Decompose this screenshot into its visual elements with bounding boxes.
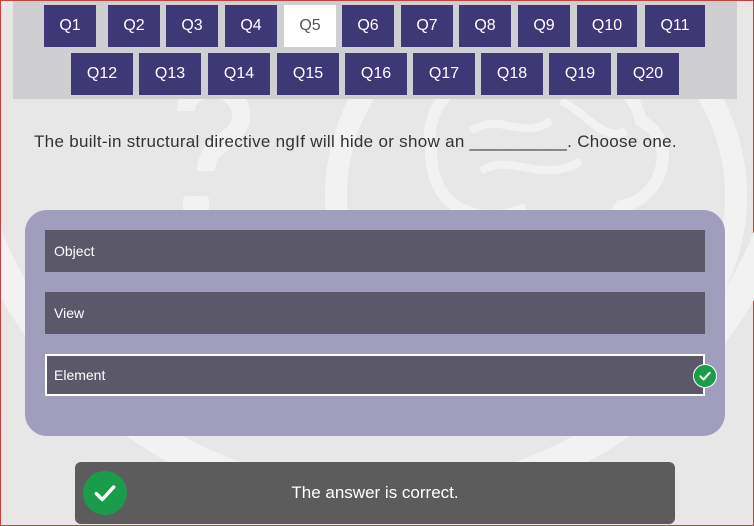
answer-option-label: Element — [54, 367, 106, 383]
feedback-banner: The answer is correct. — [75, 462, 675, 524]
question-button-q5[interactable]: Q5 — [284, 5, 336, 47]
question-button-q6[interactable]: Q6 — [342, 5, 394, 47]
check-circle-icon — [693, 364, 717, 388]
question-button-q10[interactable]: Q10 — [577, 5, 637, 47]
question-button-q16[interactable]: Q16 — [345, 53, 407, 95]
question-button-q13[interactable]: Q13 — [139, 53, 201, 95]
question-button-q8[interactable]: Q8 — [459, 5, 511, 47]
question-button-q11[interactable]: Q11 — [645, 5, 705, 47]
question-button-q2[interactable]: Q2 — [108, 5, 160, 47]
feedback-text: The answer is correct. — [291, 483, 459, 502]
question-button-q7[interactable]: Q7 — [401, 5, 453, 47]
question-navigation: Q1 Q2 Q3 Q4 Q5 Q6 Q7 Q8 Q9 Q10 Q11 Q12 Q13 Q14 Q15 Q16 Q… — [13, 1, 737, 99]
question-button-q4[interactable]: Q4 — [225, 5, 277, 47]
question-button-q15[interactable]: Q15 — [277, 53, 339, 95]
check-circle-icon — [83, 471, 127, 515]
question-button-q3[interactable]: Q3 — [166, 5, 218, 47]
question-button-q12[interactable]: Q12 — [71, 53, 133, 95]
answer-option-view[interactable]: View — [45, 292, 705, 334]
answer-option-label: View — [54, 305, 85, 321]
question-button-q1[interactable]: Q1 — [44, 5, 96, 47]
question-button-q20[interactable]: Q20 — [617, 53, 679, 95]
question-button-q14[interactable]: Q14 — [208, 53, 270, 95]
question-button-q9[interactable]: Q9 — [518, 5, 570, 47]
answer-option-element[interactable]: Element — [45, 354, 717, 396]
question-button-q19[interactable]: Q19 — [549, 53, 611, 95]
options-panel: Object View Element — [25, 210, 725, 436]
answer-option-label: Object — [54, 243, 95, 259]
question-button-q17[interactable]: Q17 — [413, 53, 475, 95]
question-button-q18[interactable]: Q18 — [481, 53, 543, 95]
answer-option-object[interactable]: Object — [45, 230, 705, 272]
question-text: The built-in structural directive ngIf w… — [34, 132, 677, 151]
